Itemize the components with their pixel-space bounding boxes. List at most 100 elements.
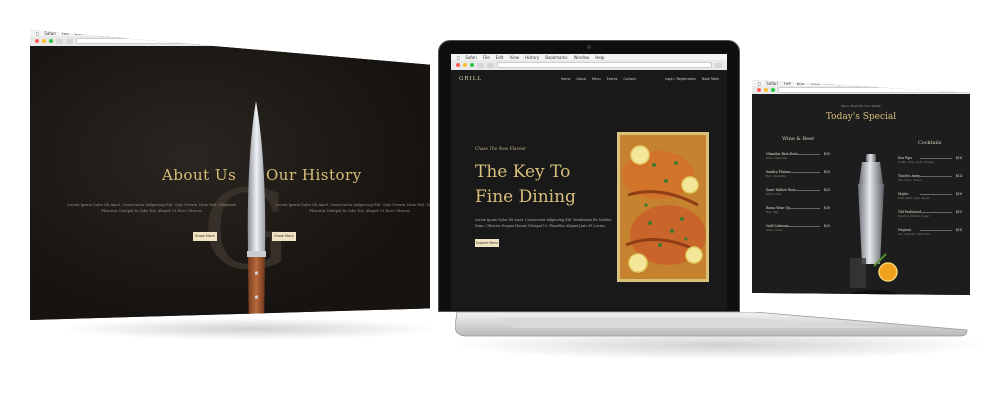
wine-item[interactable]: Sandra Plaines $20 Red, Argentina — [766, 170, 830, 180]
menubar-item[interactable]: Bookmarks — [124, 31, 146, 36]
menubar-item[interactable]: File — [62, 31, 69, 36]
cocktail-item[interactable]: Old Fashioned $15 Bourbon, Bitters, Suga… — [898, 210, 962, 220]
cocktail-item[interactable]: Negroni $18 Gin, Campari, Vermouth — [898, 228, 962, 238]
back-button[interactable] — [477, 62, 484, 68]
menubar-item[interactable]: Help — [896, 81, 905, 86]
mac-menubar:  Safari File Edit View History Bookmark… — [30, 30, 430, 36]
zoom-window-button[interactable] — [771, 88, 775, 92]
nav-item-contact[interactable]: Contact — [623, 77, 635, 81]
menubar-item[interactable]: Edit — [797, 81, 805, 86]
wine-item[interactable]: Roma Wine Up $30 Red, Italy — [766, 206, 830, 216]
left-screen:  Safari File Edit View History Bookmark… — [30, 30, 430, 320]
menubar-item[interactable]: History — [104, 31, 118, 36]
laptop-lid:  Safari File Edit View History Bookmark… — [438, 40, 740, 312]
about-title: About Us — [162, 166, 237, 184]
page-content: GRILL Home About Menu Events Contact Log… — [451, 70, 727, 310]
share-button[interactable] — [715, 62, 722, 68]
apple-icon:  — [36, 31, 38, 36]
menubar-item[interactable]: Bookmarks — [545, 55, 567, 60]
explore-menu-button[interactable]: Explore Menu — [475, 239, 499, 247]
hero-title: The Key To Fine Dining — [475, 162, 576, 207]
close-window-button[interactable] — [757, 88, 761, 92]
right-screen:  Safari File Edit View History Bookmark… — [752, 80, 970, 295]
menubar-item[interactable]: Help — [595, 55, 604, 60]
minimize-window-button[interactable] — [463, 63, 467, 67]
browser-toolbar — [752, 86, 970, 94]
about-text: Lorem Ipsum Dolor Sit Amet, Consectetur … — [67, 203, 237, 213]
wine-item[interactable]: Gold Salmona $20 White, Chile — [766, 224, 830, 234]
menubar-item[interactable]: View — [509, 55, 519, 60]
address-bar[interactable] — [497, 62, 712, 68]
menubar-item[interactable]: View — [810, 81, 820, 86]
cocktail-item[interactable]: Mojito $16 Rum, Mint, Lime, Sugar — [898, 192, 962, 202]
menubar-item[interactable]: Edit — [75, 31, 83, 36]
forward-button[interactable] — [487, 62, 494, 68]
minimize-window-button[interactable] — [42, 39, 46, 43]
nav-item-menu[interactable]: Menu — [592, 77, 601, 81]
nav-item-home[interactable]: Home — [561, 77, 570, 81]
apple-icon:  — [758, 81, 760, 86]
nav-item-events[interactable]: Events — [607, 77, 618, 81]
menubar-item[interactable]: View — [88, 31, 98, 36]
book-table-link[interactable]: Book Table — [702, 77, 719, 81]
menubar-item[interactable]: Help — [174, 31, 183, 36]
address-bar[interactable] — [778, 87, 965, 93]
back-button[interactable] — [56, 38, 63, 44]
browser-toolbar — [451, 60, 727, 70]
menubar-item[interactable]: Edit — [496, 55, 504, 60]
salmon-dish-image — [617, 132, 709, 282]
close-window-button[interactable] — [456, 63, 460, 67]
left-screen-shadow — [60, 318, 440, 340]
browser-chrome:  Safari File Edit View History Bookmark… — [30, 30, 430, 47]
laptop-screen:  Safari File Edit View History Bookmark… — [451, 54, 727, 310]
laptop-base — [455, 312, 968, 337]
mac-menubar:  Safari File Edit View History Bookmark… — [752, 80, 970, 86]
browser-toolbar — [30, 36, 430, 46]
apple-icon:  — [457, 55, 459, 60]
close-window-button[interactable] — [35, 39, 39, 43]
history-know-more-button[interactable]: Know More — [272, 232, 296, 241]
new-tab-button[interactable] — [418, 38, 425, 44]
menubar-item[interactable]: Safari — [465, 55, 477, 60]
share-button[interactable] — [408, 38, 415, 44]
page-content: Menu That Fits Your Palate Today's Speci… — [752, 94, 970, 295]
menubar-item[interactable]: Window — [574, 55, 590, 60]
address-bar[interactable] — [76, 38, 405, 44]
nav-actions: Login / Registration Book Table — [665, 77, 719, 81]
menubar-item[interactable]: File — [483, 55, 490, 60]
history-text: Lorem Ipsum Dolor Sit Amet, Consectetur … — [275, 203, 430, 213]
main-nav: Home About Menu Events Contact — [561, 77, 636, 81]
site-logo[interactable]: GRILL — [459, 76, 482, 82]
minimize-window-button[interactable] — [764, 88, 768, 92]
menubar-item[interactable]: Safari — [44, 31, 56, 36]
cocktail-item[interactable]: Teach'n Away $14 Gin, Tonic, Lemon — [898, 174, 962, 184]
page-content: G About Us Lorem Ipsum Dolor Sit Amet, C… — [30, 46, 430, 320]
menubar-item[interactable]: File — [784, 81, 791, 86]
cocktails-heading: Cocktails — [918, 140, 942, 146]
hero-description: Lorem Ipsum Dolor Sit Amet, Consectetur … — [475, 218, 612, 228]
special-subtitle: Menu That Fits Your Palate — [841, 104, 881, 108]
menubar-item[interactable]: History — [826, 81, 840, 86]
menubar-item[interactable]: History — [525, 55, 539, 60]
wine-item[interactable]: Chandon Brut Rosé $35 Rosé, California — [766, 152, 830, 162]
login-link[interactable]: Login / Registration — [665, 77, 696, 81]
cocktail-item[interactable]: Sea Pipe $16 Vodka, Lime, Soda, Orange — [898, 156, 962, 166]
about-know-more-button[interactable]: Know More — [193, 232, 217, 241]
zoom-window-button[interactable] — [49, 39, 53, 43]
special-title: Today's Special — [825, 112, 897, 122]
menubar-item[interactable]: Bookmarks — [846, 81, 868, 86]
wine-item[interactable]: Saint Hallow Brut $25 White, Italy — [766, 188, 830, 198]
browser-chrome:  Safari File Edit View History Bookmark… — [451, 54, 727, 71]
menubar-item[interactable]: Window — [153, 31, 169, 36]
camera-icon — [587, 45, 591, 49]
menubar-item[interactable]: Safari — [766, 81, 778, 86]
zoom-window-button[interactable] — [470, 63, 474, 67]
browser-chrome:  Safari File Edit View History Bookmark… — [752, 80, 970, 95]
cocktail-shaker-image — [850, 154, 898, 295]
nav-item-about[interactable]: About — [576, 77, 585, 81]
menubar-item[interactable]: Window — [875, 81, 891, 86]
forward-button[interactable] — [66, 38, 73, 44]
wine-heading: Wine & Beer — [782, 136, 815, 142]
history-title: Our History — [266, 166, 362, 184]
hero-eyebrow: Chase The New Flavour — [475, 146, 527, 151]
